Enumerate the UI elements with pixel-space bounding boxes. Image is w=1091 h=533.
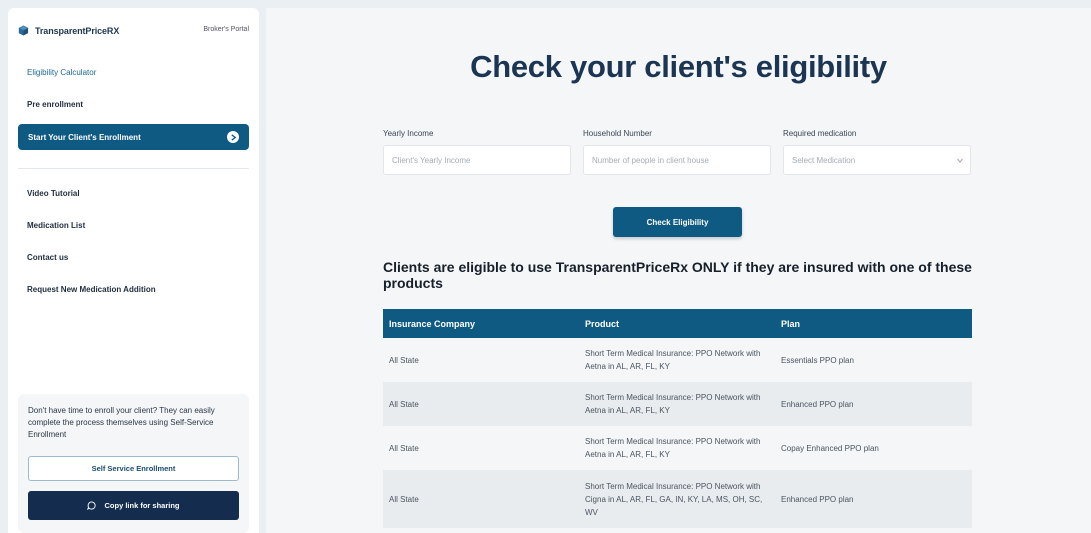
- header-insurance-company: Insurance Company: [389, 318, 476, 329]
- income-placeholder: Client's Yearly Income: [392, 155, 471, 165]
- cell-plan: Enhanced PPO plan: [781, 494, 854, 504]
- income-input[interactable]: Client's Yearly Income: [383, 145, 571, 175]
- eligibility-note: Clients are eligible to use TransparentP…: [383, 259, 972, 291]
- household-label: Household Number: [583, 129, 652, 138]
- nav-eligibility-calculator[interactable]: Eligibility Calculator: [27, 68, 96, 77]
- page-title: Check your client's eligibility: [470, 49, 887, 84]
- cell-company: All State: [389, 443, 419, 453]
- cell-product: Short Term Medical Insurance: PPO Networ…: [585, 393, 761, 415]
- sidebar-divider: [18, 168, 249, 169]
- cell-product: Short Term Medical Insurance: PPO Networ…: [585, 481, 763, 517]
- nav-request-medication[interactable]: Request New Medication Addition: [27, 285, 156, 294]
- household-input[interactable]: Number of people in client house: [583, 145, 771, 175]
- cell-company: All State: [389, 494, 419, 504]
- self-service-button[interactable]: Self Service Enrollment: [28, 456, 239, 481]
- portal-label: Broker's Portal: [203, 26, 249, 33]
- medication-select[interactable]: Select Medication: [783, 145, 971, 175]
- table-row: All State Short Term Medical Insurance: …: [383, 338, 972, 382]
- table-row: All State Short Term Medical Insurance: …: [383, 382, 972, 426]
- cell-plan: Enhanced PPO plan: [781, 399, 854, 409]
- nav-medication-list[interactable]: Medication List: [27, 221, 85, 230]
- nav-start-enrollment[interactable]: Start Your Client's Enrollment: [18, 124, 249, 150]
- medication-placeholder: Select Medication: [792, 155, 856, 165]
- arrow-right-icon: [227, 131, 239, 143]
- copy-link-label: Copy link for sharing: [104, 501, 180, 510]
- copy-link-button[interactable]: Copy link for sharing: [28, 491, 239, 520]
- brand[interactable]: TransparentPriceRX: [18, 25, 119, 36]
- self-service-card: Don't have time to enroll your client? T…: [18, 394, 249, 533]
- cell-product: Short Term Medical Insurance: PPO Networ…: [585, 437, 761, 459]
- nav-pre-enrollment[interactable]: Pre enrollment: [27, 100, 83, 109]
- check-eligibility-button[interactable]: Check Eligibility: [613, 207, 742, 237]
- self-service-text: Don't have time to enroll your client? T…: [28, 406, 215, 439]
- nav-contact-us[interactable]: Contact us: [27, 253, 68, 262]
- insurance-table: Insurance Company Product Plan All State…: [383, 309, 972, 528]
- table-row: All State Short Term Medical Insurance: …: [383, 426, 972, 470]
- medication-label: Required medication: [783, 129, 857, 138]
- nav-video-tutorial[interactable]: Video Tutorial: [27, 189, 80, 198]
- main-content: Check your client's eligibility Yearly I…: [266, 8, 1091, 533]
- chevron-down-icon: [957, 158, 963, 163]
- household-placeholder: Number of people in client house: [592, 155, 709, 165]
- cell-company: All State: [389, 355, 419, 365]
- chat-icon: [87, 501, 97, 510]
- brand-name: TransparentPriceRX: [35, 25, 120, 36]
- header-plan: Plan: [781, 318, 801, 329]
- cell-product: Short Term Medical Insurance: PPO Networ…: [585, 349, 761, 371]
- cell-plan: Copay Enhanced PPO plan: [781, 443, 879, 453]
- cell-plan: Essentials PPO plan: [781, 355, 854, 365]
- table-header: Insurance Company Product Plan: [383, 309, 972, 338]
- income-label: Yearly Income: [383, 129, 434, 138]
- header-product: Product: [585, 318, 620, 329]
- table-row: All State Short Term Medical Insurance: …: [383, 470, 972, 528]
- nav-start-enrollment-label: Start Your Client's Enrollment: [28, 132, 141, 142]
- cell-company: All State: [389, 399, 419, 409]
- logo-icon: [18, 25, 29, 36]
- sidebar: TransparentPriceRX Broker's Portal Eligi…: [8, 8, 259, 533]
